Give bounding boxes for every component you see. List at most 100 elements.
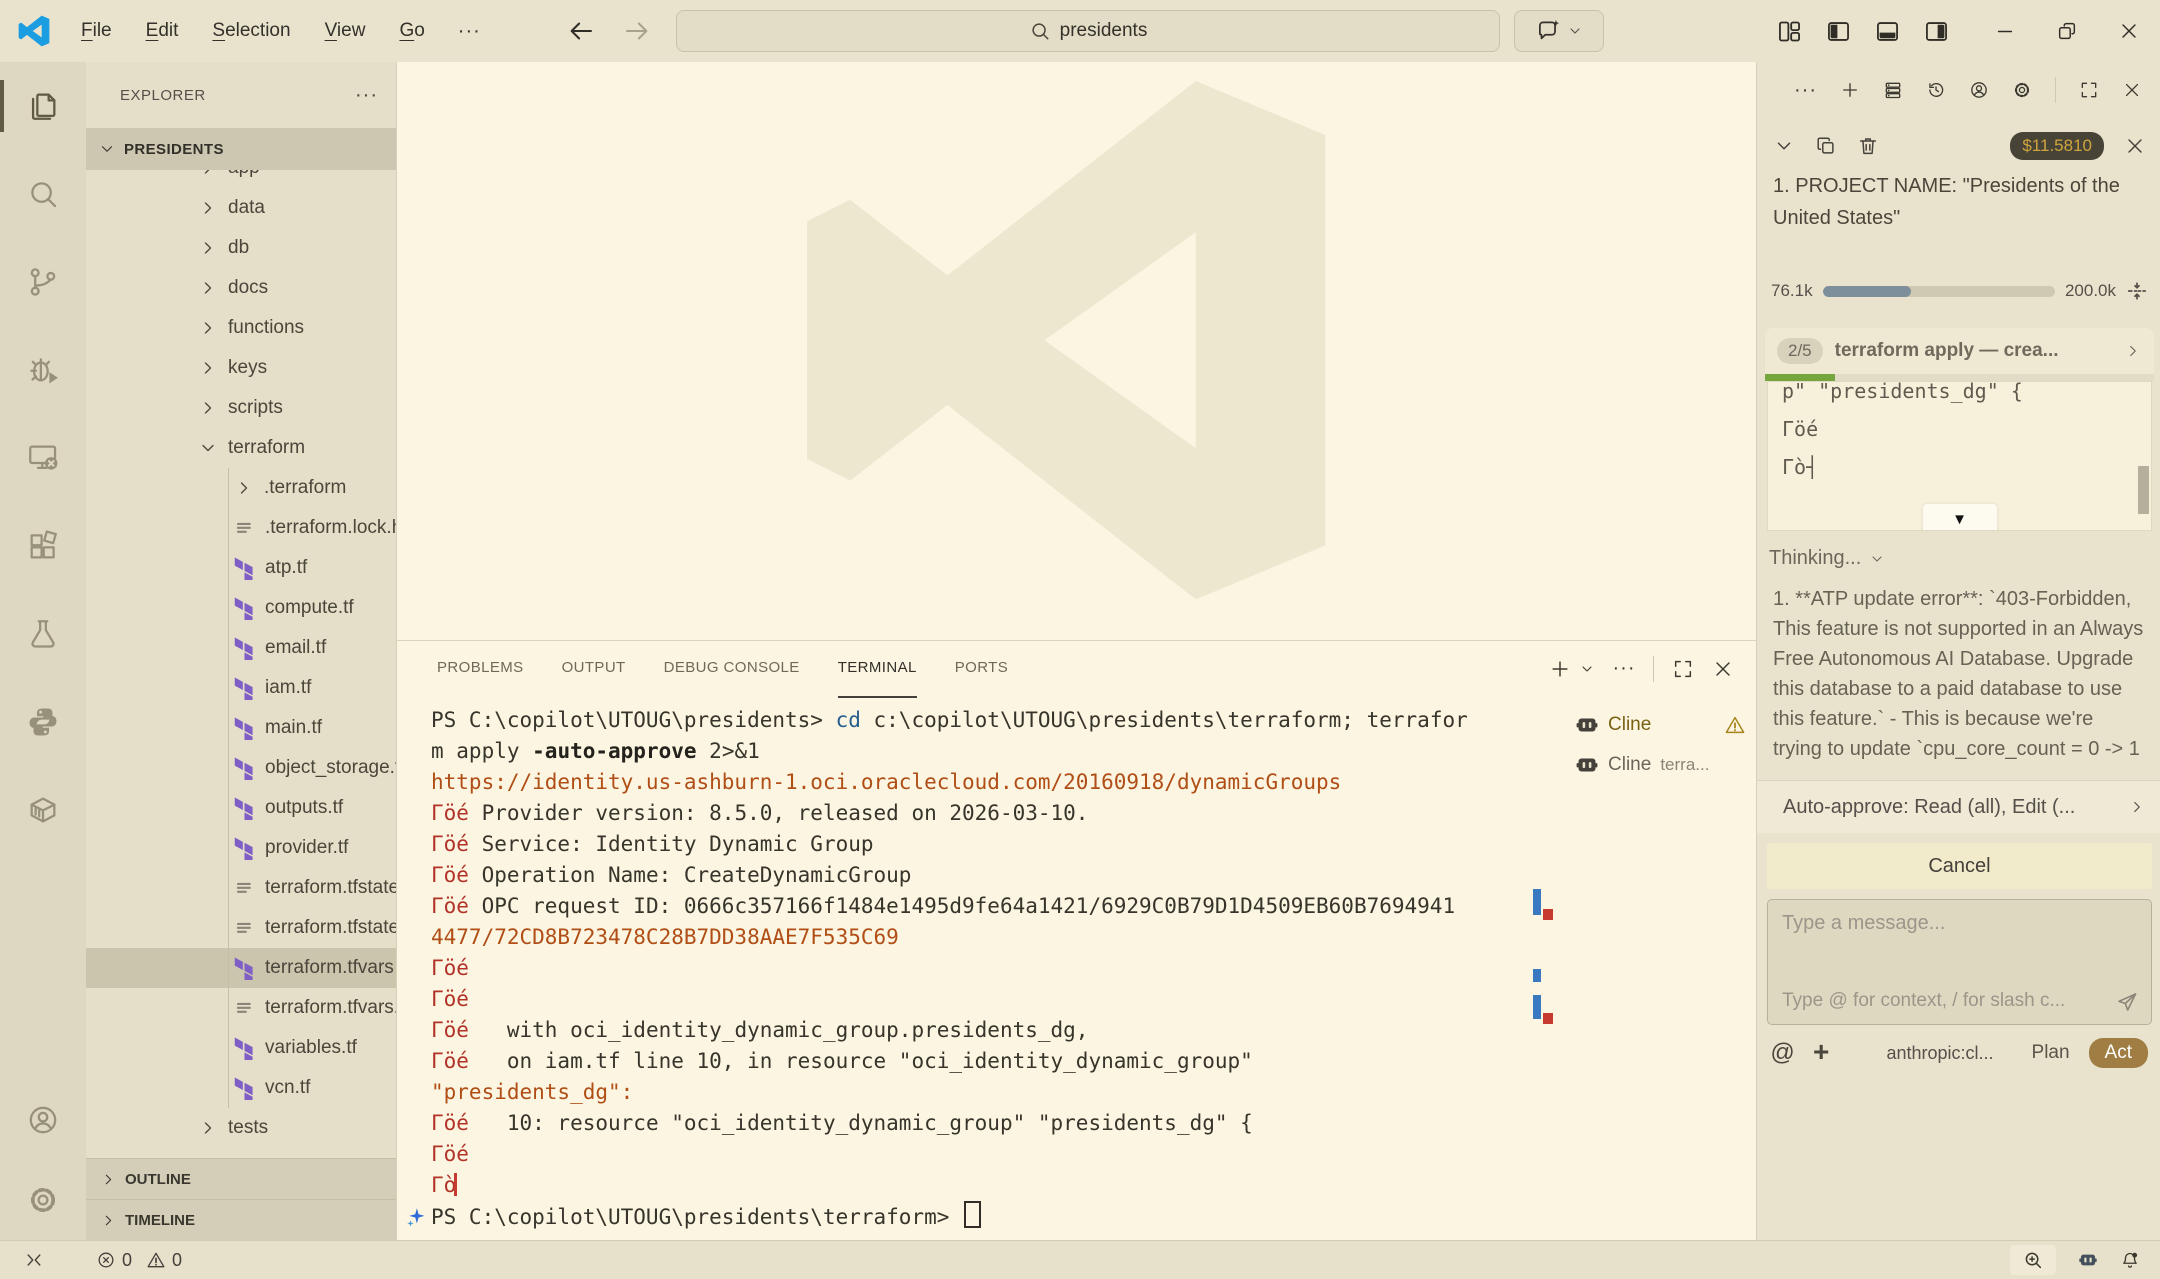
tree-item-terraform.tfstate.bac...[interactable]: terraform.tfstate.bac... — [86, 908, 396, 948]
forward-arrow-icon[interactable] — [622, 16, 652, 46]
tree-item-provider.tf[interactable]: provider.tf — [86, 828, 396, 868]
toggle-panel-icon[interactable] — [1874, 18, 1901, 45]
restore-button[interactable] — [2036, 0, 2098, 62]
new-task-icon[interactable] — [1840, 79, 1860, 102]
tree-item-db[interactable]: db — [86, 228, 396, 268]
explorer-more-icon[interactable]: ··· — [355, 84, 378, 107]
close-panel-icon[interactable] — [2122, 79, 2142, 102]
settings-gear-icon[interactable] — [2012, 79, 2032, 102]
customize-layout-icon[interactable] — [1776, 18, 1803, 45]
tree-item-.terraform.lock.hcl[interactable]: .terraform.lock.hcl — [86, 508, 396, 548]
scroll-to-bottom-button[interactable]: ▼ — [1923, 504, 1997, 531]
menu-edit[interactable]: Edit — [129, 20, 196, 42]
zoom-status-button[interactable] — [2010, 1245, 2056, 1275]
tree-item-variables.tf[interactable]: variables.tf — [86, 1028, 396, 1068]
maximize-panel-icon[interactable] — [1672, 658, 1694, 680]
snippet-scrollbar[interactable] — [2138, 466, 2149, 514]
tree-item-tests[interactable]: tests — [86, 1108, 396, 1148]
history-icon[interactable] — [1926, 79, 1946, 102]
tree-item-app[interactable]: app — [86, 170, 396, 188]
tree-item-terraform.tfvars.exam...[interactable]: terraform.tfvars.exam... — [86, 988, 396, 1028]
tree-item-functions[interactable]: functions — [86, 308, 396, 348]
outline-section[interactable]: OUTLINE — [86, 1158, 396, 1199]
python-icon[interactable] — [0, 678, 86, 766]
tree-item-terraform.tfvars[interactable]: terraform.tfvars — [86, 948, 396, 988]
panel-tab-output[interactable]: OUTPUT — [562, 640, 626, 698]
timeline-section[interactable]: TIMELINE — [86, 1199, 396, 1240]
tree-item-data[interactable]: data — [86, 188, 396, 228]
tree-item-email.tf[interactable]: email.tf — [86, 628, 396, 668]
panel-tab-ports[interactable]: PORTS — [955, 640, 1008, 698]
testing-icon[interactable] — [0, 590, 86, 678]
terminal-snippet-card[interactable]: p" "presidents_dg" {ΓöéΓò┤ ▼ — [1767, 381, 2152, 531]
tree-item-iam.tf[interactable]: iam.tf — [86, 668, 396, 708]
model-selector[interactable]: anthropic:cl... — [1886, 1043, 1993, 1064]
tree-item-keys[interactable]: keys — [86, 348, 396, 388]
account-icon[interactable] — [0, 1080, 86, 1160]
auto-approve-row[interactable]: Auto-approve: Read (all), Edit (... — [1757, 780, 2160, 833]
new-terminal-icon[interactable] — [1549, 658, 1571, 680]
settings-gear-icon[interactable] — [0, 1160, 86, 1240]
add-icon[interactable]: + — [1813, 1040, 1829, 1063]
explorer-icon[interactable] — [0, 62, 86, 150]
cancel-button[interactable]: Cancel — [1767, 843, 2152, 889]
menu-file[interactable]: File — [64, 20, 129, 42]
subtask-card[interactable]: 2/5 terraform apply — crea... — [1765, 328, 2154, 381]
panel-more-icon[interactable]: ··· — [1613, 658, 1635, 680]
send-icon[interactable] — [2115, 990, 2139, 1014]
copy-icon[interactable] — [1815, 135, 1837, 157]
close-panel-icon[interactable] — [1712, 658, 1734, 680]
mcp-servers-icon[interactable] — [1883, 79, 1903, 102]
panel-tab-problems[interactable]: PROBLEMS — [437, 640, 524, 698]
close-button[interactable] — [2098, 0, 2160, 62]
terminal-dropdown-icon[interactable] — [1579, 661, 1595, 677]
tree-root-presidents[interactable]: PRESIDENTS — [86, 128, 396, 170]
toggle-primary-sidebar-icon[interactable] — [1825, 18, 1852, 45]
terminal-instance-cline[interactable]: Cline — [1571, 705, 1756, 745]
run-debug-icon[interactable] — [0, 326, 86, 414]
terminal-instance-cline[interactable]: Clineterra... — [1571, 745, 1756, 785]
cline-status-icon[interactable] — [2078, 1250, 2098, 1270]
minimize-button[interactable] — [1974, 0, 2036, 62]
copilot-chat-button[interactable] — [1514, 10, 1604, 52]
panel-tab-debug-console[interactable]: DEBUG CONSOLE — [664, 640, 800, 698]
thinking-header[interactable]: Thinking... — [1769, 547, 2150, 570]
cline-more-icon[interactable]: ··· — [1794, 79, 1817, 102]
tree-item-.env.example[interactable]: .env.example — [86, 1148, 396, 1158]
tree-item-scripts[interactable]: scripts — [86, 388, 396, 428]
container-icon[interactable] — [0, 766, 86, 854]
chevron-down-icon[interactable] — [1773, 135, 1795, 157]
tree-item-outputs.tf[interactable]: outputs.tf — [86, 788, 396, 828]
tree-item-terraform[interactable]: terraform — [86, 428, 396, 468]
close-task-icon[interactable] — [2124, 135, 2146, 157]
panel-tab-terminal[interactable]: TERMINAL — [838, 640, 917, 698]
tree-item-main.tf[interactable]: main.tf — [86, 708, 396, 748]
toggle-secondary-sidebar-icon[interactable] — [1923, 18, 1950, 45]
plan-mode-toggle[interactable]: Plan — [2032, 1042, 2070, 1064]
menu-more-icon[interactable]: ··· — [442, 20, 497, 43]
mention-icon[interactable]: @ — [1771, 1042, 1794, 1065]
tree-item-atp.tf[interactable]: atp.tf — [86, 548, 396, 588]
tree-item-object-storage.tf[interactable]: object_storage.tf — [86, 748, 396, 788]
tree-item-docs[interactable]: docs — [86, 268, 396, 308]
tree-item-terraform.tfstate[interactable]: terraform.tfstate — [86, 868, 396, 908]
remote-indicator-icon[interactable] — [24, 1250, 44, 1270]
command-center-search[interactable]: presidents — [676, 10, 1500, 52]
open-in-editor-icon[interactable] — [2079, 79, 2099, 102]
extensions-icon[interactable] — [0, 502, 86, 590]
menu-go[interactable]: Go — [382, 20, 441, 42]
search-sidebar-icon[interactable] — [0, 150, 86, 238]
terminal-output[interactable]: PS C:\copilot\UTOUG\presidents> cd c:\co… — [397, 697, 1571, 1240]
menu-view[interactable]: View — [308, 20, 383, 42]
act-mode-toggle[interactable]: Act — [2089, 1038, 2148, 1068]
source-control-icon[interactable] — [0, 238, 86, 326]
account-icon[interactable] — [1969, 79, 1989, 102]
problems-status[interactable]: 0 0 — [96, 1250, 190, 1271]
menu-selection[interactable]: Selection — [195, 20, 307, 42]
tree-item-.terraform[interactable]: .terraform — [86, 468, 396, 508]
delete-task-icon[interactable] — [1857, 135, 1879, 157]
collapse-context-icon[interactable] — [2126, 280, 2148, 302]
tree-item-vcn.tf[interactable]: vcn.tf — [86, 1068, 396, 1108]
notifications-bell-icon[interactable] — [2120, 1250, 2140, 1270]
back-arrow-icon[interactable] — [566, 16, 596, 46]
